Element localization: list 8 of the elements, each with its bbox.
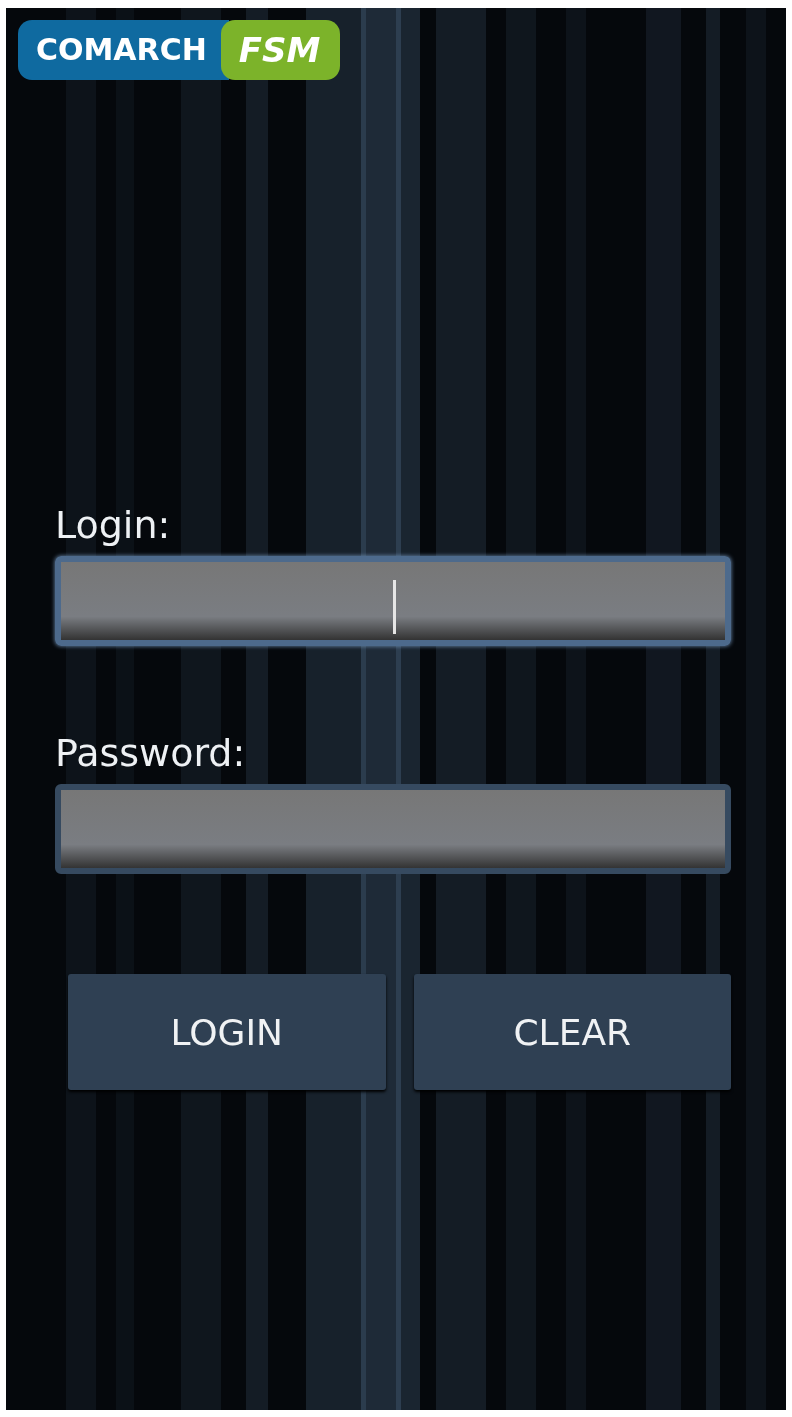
logo-badge: FSM <box>220 20 341 80</box>
logo-wordmark: COMARCH <box>18 20 229 80</box>
action-button[interactable]: CLEAR <box>413 974 731 1090</box>
input-field[interactable] <box>55 784 731 874</box>
field-label: Password: <box>55 730 247 777</box>
field-label: Login: <box>55 502 172 549</box>
action-button[interactable]: LOGIN <box>68 974 386 1090</box>
input-field[interactable] <box>55 556 731 646</box>
